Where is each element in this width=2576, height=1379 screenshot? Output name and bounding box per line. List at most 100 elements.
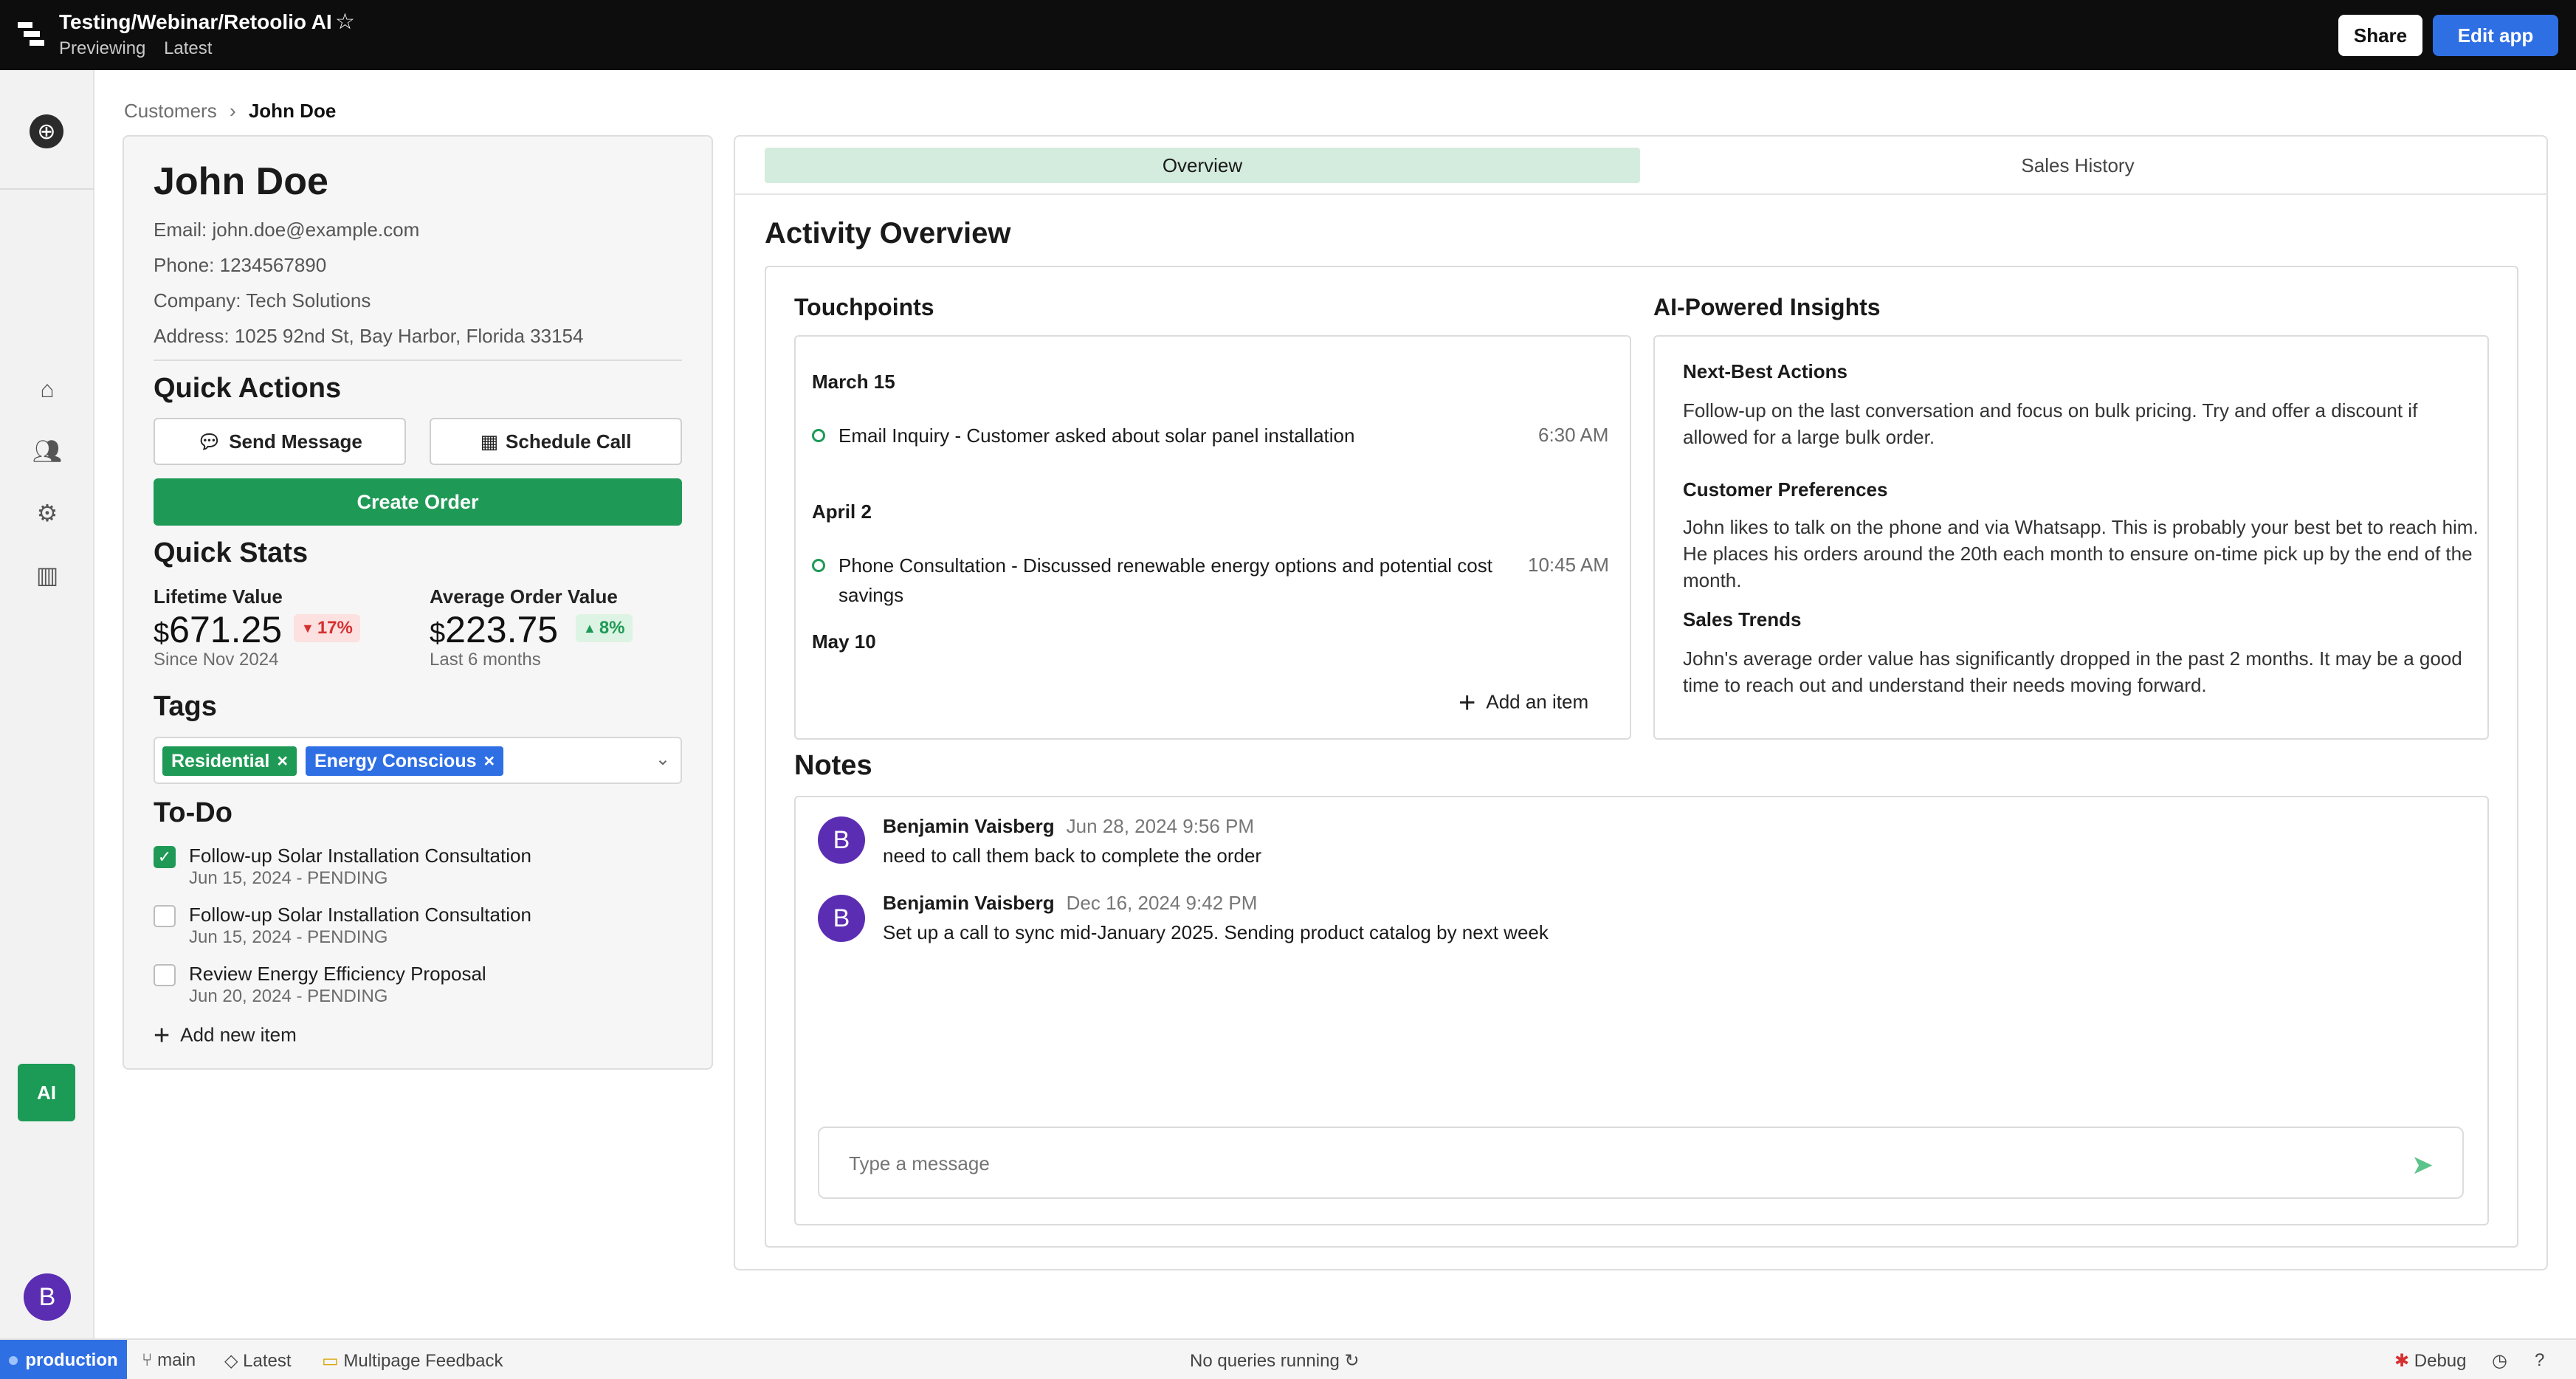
history-icon[interactable]: ◷ [2492, 1350, 2507, 1372]
aov-currency: $ [430, 618, 446, 649]
branch-icon: ⑂ [142, 1350, 153, 1370]
debug-label: Debug [2414, 1351, 2467, 1371]
notes-heading: Notes [794, 750, 872, 781]
sidebar: ⊕ ⌂ 👥︎ ⚙ ▥ AI B [0, 70, 94, 1338]
todo-date: Jun 20, 2024 - PENDING [189, 986, 388, 1006]
note-text: need to call them back to complete the o… [883, 845, 1262, 867]
touchpoints-list [794, 335, 1631, 740]
star-icon[interactable]: ☆ [335, 9, 355, 35]
version-label[interactable]: Latest [164, 38, 212, 58]
close-icon[interactable]: × [277, 751, 288, 772]
retool-logo-icon[interactable] [16, 19, 46, 49]
customer-company: Company: Tech Solutions [154, 289, 371, 312]
lifetime-amount: 671.25 [169, 609, 283, 650]
tag-residential[interactable]: Residential × [162, 746, 297, 776]
aov-value: $223.75 [430, 608, 558, 651]
add-item-label: Add an item [1486, 690, 1589, 713]
todo-checkbox[interactable] [154, 905, 176, 927]
tab-sales-history[interactable]: Sales History [1640, 148, 2515, 183]
schedule-call-button[interactable]: ▦ Schedule Call [430, 418, 682, 465]
lifetime-change: 17% [317, 618, 353, 638]
tab-divider [734, 193, 2548, 195]
help-icon[interactable]: ? [2535, 1350, 2544, 1371]
sidebar-divider [0, 188, 94, 190]
edit-app-button[interactable]: Edit app [2433, 15, 2558, 56]
breadcrumb-customers[interactable]: Customers [124, 100, 217, 122]
note-date: Dec 16, 2024 9:42 PM [1066, 892, 1258, 914]
add-an-item-button[interactable]: + Add an item [1459, 687, 1588, 720]
insight-title: Customer Preferences [1683, 478, 1888, 501]
chevron-down-icon[interactable]: ⌄ [655, 749, 670, 770]
globe-icon[interactable]: ⊕ [30, 114, 63, 148]
add-new-label: Add new item [180, 1023, 297, 1046]
top-bar: Testing/Webinar/Retoolio AI ☆ Previewing… [0, 0, 2576, 70]
todo-date: Jun 15, 2024 - PENDING [189, 868, 388, 888]
touchpoint-date: May 10 [812, 630, 876, 653]
users-icon[interactable]: 👥︎ [32, 436, 63, 466]
feedback-link[interactable]: ▭ Multipage Feedback [322, 1350, 503, 1372]
quick-stats-heading: Quick Stats [154, 537, 309, 568]
send-icon[interactable]: ➤ [2406, 1149, 2439, 1181]
tag-label: Residential [171, 750, 270, 771]
touchpoint-text: Phone Consultation - Discussed renewable… [838, 554, 1492, 606]
send-message-button[interactable]: 💬︎ Send Message [154, 418, 406, 465]
customer-address: Address: 1025 92nd St, Bay Harbor, Flori… [154, 325, 584, 347]
lifetime-sub: Since Nov 2024 [154, 650, 279, 670]
customer-phone: Phone: 1234567890 [154, 254, 327, 276]
close-icon[interactable]: × [484, 751, 495, 772]
todo-checkbox[interactable] [154, 964, 176, 986]
share-button[interactable]: Share [2338, 15, 2422, 56]
note-text: Set up a call to sync mid-January 2025. … [883, 921, 1549, 943]
lifetime-change-badge: ▼ 17% [294, 614, 360, 642]
todo-checkbox[interactable]: ✓ [154, 846, 176, 868]
touchpoint-time: 10:45 AM [1528, 554, 1609, 576]
queries-status: No queries running ↻ [1190, 1350, 1360, 1372]
insight-title: Sales Trends [1683, 608, 1802, 630]
todo-heading: To-Do [154, 797, 233, 828]
queries-label: No queries running [1190, 1351, 1340, 1371]
insight-title: Next-Best Actions [1683, 360, 1847, 382]
version-selector[interactable]: ◇ Latest [224, 1350, 292, 1372]
lifetime-value-label: Lifetime Value [154, 585, 283, 608]
touchpoint-date: March 15 [812, 371, 895, 393]
note-header: Benjamin Vaisberg Jun 28, 2024 9:56 PM [883, 815, 1254, 838]
chart-icon[interactable]: ▥ [32, 560, 62, 590]
status-bar: production ⑂ main ◇ Latest ▭ Multipage F… [0, 1338, 2576, 1379]
feedback-icon: ▭ [322, 1351, 339, 1371]
tab-overview[interactable]: Overview [765, 148, 1640, 183]
note-header: Benjamin Vaisberg Dec 16, 2024 9:42 PM [883, 892, 1257, 915]
app-subtitle: Previewing Latest [59, 38, 225, 59]
touchpoints-heading: Touchpoints [794, 294, 934, 320]
tags-select[interactable]: Residential × Energy Conscious × ⌄ [154, 737, 682, 784]
insights-heading: AI-Powered Insights [1653, 294, 1881, 320]
aov-change: 8% [599, 618, 625, 638]
lifetime-currency: $ [154, 618, 170, 649]
quick-actions-heading: Quick Actions [154, 373, 342, 404]
customer-name: John Doe [154, 160, 328, 203]
avatar: B [818, 895, 865, 942]
message-input[interactable] [849, 1149, 2362, 1178]
divider [154, 360, 682, 361]
touchpoint-text: Email Inquiry - Customer asked about sol… [838, 424, 1355, 447]
todo-title: Review Energy Efficiency Proposal [189, 963, 486, 985]
refresh-icon[interactable]: ↻ [1344, 1351, 1359, 1371]
activity-heading: Activity Overview [765, 217, 1011, 250]
create-order-button[interactable]: Create Order [154, 478, 682, 526]
environment-badge[interactable]: production [0, 1340, 127, 1379]
status-dot-icon [9, 1355, 18, 1365]
branch-selector[interactable]: ⑂ main [142, 1350, 196, 1371]
breadcrumb: Customers › John Doe [124, 100, 336, 123]
tags-heading: Tags [154, 691, 217, 722]
aov-sub: Last 6 months [430, 650, 541, 670]
gear-icon[interactable]: ⚙ [32, 498, 62, 528]
insight-text: Follow-up on the last conversation and f… [1683, 399, 2418, 448]
add-new-item-button[interactable]: + Add new item [154, 1020, 297, 1052]
ai-button[interactable]: AI [18, 1064, 75, 1121]
breadcrumb-current: John Doe [248, 100, 337, 122]
debug-button[interactable]: ✱ Debug [2394, 1350, 2467, 1372]
lifetime-value: $671.25 [154, 608, 282, 651]
tag-energy-conscious[interactable]: Energy Conscious × [306, 746, 504, 776]
home-icon[interactable]: ⌂ [32, 374, 62, 404]
feedback-label: Multipage Feedback [343, 1351, 503, 1371]
avatar[interactable]: B [24, 1273, 71, 1321]
